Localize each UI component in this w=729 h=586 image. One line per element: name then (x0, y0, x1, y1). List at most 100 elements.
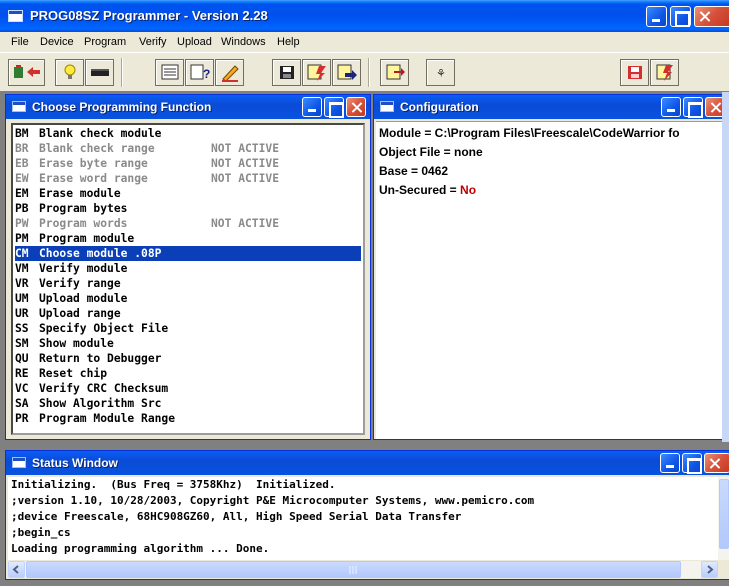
status-line: ;device Freescale, 68HC908GZ60, All, Hig… (11, 510, 462, 523)
function-item-pr[interactable]: PR Program Module Range (15, 411, 361, 426)
toolbar-button-list[interactable] (155, 59, 184, 86)
function-label: Upload range (39, 307, 121, 320)
minimize-button[interactable] (302, 97, 322, 117)
config-body: Module = C:\Program Files\Freescale\Code… (376, 121, 729, 439)
maximize-button[interactable] (670, 6, 691, 27)
menu-program[interactable]: Program (84, 36, 126, 48)
erase-icon (222, 65, 239, 82)
function-item-ss[interactable]: SS Specify Object File (15, 321, 361, 336)
toolbar-button-program[interactable] (302, 59, 331, 86)
minimize-button[interactable] (646, 6, 667, 27)
close-button[interactable] (704, 453, 729, 473)
svg-text:⚘: ⚘ (436, 67, 446, 80)
scroll-left-button[interactable] (8, 561, 25, 578)
function-item-um[interactable]: UM Upload module (15, 291, 361, 306)
toolbar-button-help[interactable]: ? (185, 59, 214, 86)
toolbar-button-light[interactable] (55, 59, 84, 86)
function-window-title: Choose Programming Function (32, 100, 212, 114)
function-item-re[interactable]: RE Reset chip (15, 366, 361, 381)
toolbar-separator (121, 58, 123, 87)
config-line-base: Base = 0462 (379, 164, 448, 178)
toolbar-button-flash-program[interactable] (650, 59, 679, 86)
status-vertical-scrollbar[interactable] (718, 477, 729, 560)
toolbar-button-chip[interactable] (85, 59, 114, 86)
window-icon (12, 457, 26, 468)
toolbar-button-choose-module[interactable] (8, 59, 45, 86)
function-item-em[interactable]: EM Erase module (15, 186, 361, 201)
config-object-file-text: Object File = none (379, 145, 483, 159)
menu-windows[interactable]: Windows (221, 36, 266, 48)
function-label: Reset chip (39, 367, 108, 380)
minimize-button[interactable] (661, 97, 681, 117)
function-item-eb[interactable]: EB Erase byte range NOT ACTIVE (15, 156, 361, 171)
function-item-vr[interactable]: VR Verify range (15, 276, 361, 291)
close-icon (347, 98, 365, 116)
menu-file[interactable]: File (11, 36, 29, 48)
main-title-bar[interactable]: PROG08SZ Programmer - Version 2.28 (0, 0, 729, 32)
minimize-button[interactable] (660, 453, 680, 473)
arrow-left-icon (12, 565, 19, 574)
maximize-icon (684, 98, 703, 118)
scrollbar-thumb[interactable] (26, 561, 681, 578)
function-label: Show Algorithm Src (39, 397, 162, 410)
function-status: NOT ACTIVE (211, 172, 280, 185)
status-line: ;begin_cs (11, 526, 71, 539)
function-item-ur[interactable]: UR Upload range (15, 306, 361, 321)
function-code: QU (15, 352, 29, 365)
function-item-bm[interactable]: BM Blank check module (15, 126, 361, 141)
function-label: Return to Debugger (39, 352, 162, 365)
maximize-button[interactable] (324, 97, 344, 118)
function-item-sa[interactable]: SA Show Algorithm Src (15, 396, 361, 411)
function-label: Erase word range (39, 172, 148, 185)
list-icon (161, 64, 179, 80)
toolbar-button-crc[interactable]: ⚘ (426, 59, 455, 86)
minimize-icon (647, 7, 666, 26)
maximize-button[interactable] (683, 97, 703, 118)
minimize-icon (662, 98, 680, 116)
status-window-titlebar[interactable]: Status Window (6, 451, 729, 475)
status-horizontal-scrollbar[interactable] (8, 561, 718, 578)
maximize-button[interactable] (682, 453, 702, 474)
flash-program-icon (656, 64, 673, 81)
function-item-sm[interactable]: SM Show module (15, 336, 361, 351)
menu-device[interactable]: Device (40, 36, 74, 48)
function-code: CM (15, 247, 29, 260)
function-code: VR (15, 277, 29, 290)
function-item-ew[interactable]: EW Erase word range NOT ACTIVE (15, 171, 361, 186)
close-button[interactable] (346, 97, 366, 117)
close-button[interactable] (694, 6, 729, 27)
function-item-pm[interactable]: PM Program module (15, 231, 361, 246)
function-list: BM Blank check module BR Blank check range N… (11, 123, 365, 435)
toolbar-button-save-alt[interactable] (620, 59, 649, 86)
function-code: EW (15, 172, 29, 185)
toolbar-button-upload[interactable] (332, 59, 361, 86)
config-window-title: Configuration (400, 100, 479, 114)
function-item-vm[interactable]: VM Verify module (15, 261, 361, 276)
menu-upload[interactable]: Upload (177, 36, 212, 48)
function-window-titlebar[interactable]: Choose Programming Function (6, 95, 370, 119)
function-item-qu[interactable]: QU Return to Debugger (15, 351, 361, 366)
verify-icon (386, 64, 405, 80)
minimize-icon (661, 454, 679, 472)
menu-help[interactable]: Help (277, 36, 300, 48)
toolbar-button-save[interactable] (272, 59, 301, 86)
function-code: VM (15, 262, 29, 275)
function-item-pw[interactable]: PW Program words NOT ACTIVE (15, 216, 361, 231)
menu-verify[interactable]: Verify (139, 36, 167, 48)
function-label: Program bytes (39, 202, 128, 215)
config-window-titlebar[interactable]: Configuration (374, 95, 729, 119)
toolbar-button-verify[interactable] (380, 59, 409, 86)
scrollbar-thumb[interactable] (719, 479, 729, 549)
toolbar-button-erase[interactable] (215, 59, 244, 86)
function-code: PM (15, 232, 29, 245)
scroll-right-button[interactable] (701, 561, 718, 578)
config-unsecured-value: No (460, 183, 477, 197)
function-item-cm[interactable]: CM Choose module .08P (15, 246, 361, 261)
function-label: Verify range (39, 277, 121, 290)
close-icon (705, 454, 729, 472)
function-item-pb[interactable]: PB Program bytes (15, 201, 361, 216)
config-line-unsecured: Un-Secured = No (379, 183, 476, 197)
config-scrollbar[interactable] (722, 92, 729, 442)
function-item-vc[interactable]: VC Verify CRC Checksum (15, 381, 361, 396)
function-item-br[interactable]: BR Blank check range NOT ACTIVE (15, 141, 361, 156)
